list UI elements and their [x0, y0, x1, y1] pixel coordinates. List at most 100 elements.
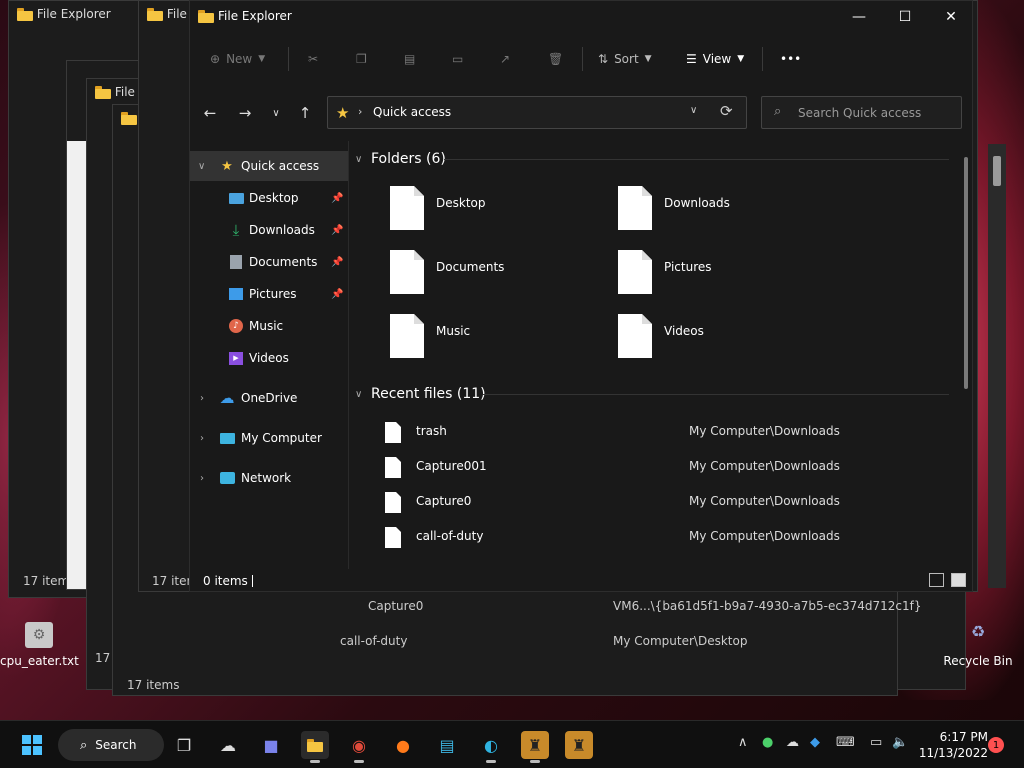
share-button[interactable]: ↗	[500, 41, 510, 77]
search-box[interactable]: ⌕	[761, 96, 962, 129]
recent-file-name: trash	[416, 424, 447, 438]
rename-icon: ▭	[452, 52, 464, 66]
document-icon	[228, 255, 244, 269]
delete-button[interactable]: 🗑	[548, 41, 563, 77]
nav-item-documents[interactable]: Documents 📌	[190, 247, 348, 277]
taskbar: ⌕ Search ❐ ☁ ■ ◉ ● ▤ ◐ ♜ ♜ ∧ ● ☁ ◆ ⌨ ▭ 🔈…	[0, 720, 1024, 768]
new-label: New	[226, 52, 253, 66]
view-button[interactable]: ☰ View ▼	[686, 41, 744, 77]
folder-tile-pictures[interactable]: Pictures	[618, 250, 838, 300]
game-icon: ♜	[527, 735, 543, 755]
scrollbar-thumb[interactable]	[993, 156, 1001, 186]
background-scrollbar[interactable]	[988, 144, 1006, 588]
star-icon: ★	[221, 158, 233, 174]
folder-tile-desktop[interactable]: Desktop	[390, 186, 610, 236]
recent-file-row[interactable]: Capture0 My Computer\Downloads	[349, 485, 949, 520]
nav-item-music[interactable]: ♪ Music	[190, 311, 348, 341]
folder-tile-videos[interactable]: Videos	[618, 314, 838, 364]
file-explorer-taskbar-button[interactable]	[301, 731, 329, 763]
chevron-down-icon: ▼	[258, 54, 266, 64]
maximize-button[interactable]: ☐	[882, 1, 928, 33]
details-view-button[interactable]	[929, 573, 944, 587]
recent-locations-button[interactable]: ∨	[264, 102, 288, 124]
new-button[interactable]: ⊕ New ▼	[210, 41, 265, 77]
desktop-icon-label: Recycle Bin	[943, 654, 1013, 668]
network-status-icon[interactable]: ▭	[870, 735, 882, 750]
copy-button[interactable]: ❐	[356, 41, 367, 77]
chrome-taskbar-button[interactable]: ◉	[345, 731, 373, 763]
chevron-down-icon[interactable]: ∨	[690, 105, 697, 116]
chevron-right-icon[interactable]: ›	[200, 433, 204, 444]
nav-item-quick-access[interactable]: ∨ ★ Quick access	[190, 151, 348, 181]
chevron-right-icon[interactable]: ›	[200, 393, 204, 404]
content-scrollbar[interactable]	[964, 157, 968, 389]
desktop-icon-cpu-eater[interactable]: ⚙ cpu_eater.txt	[0, 622, 79, 668]
recent-file-row[interactable]: trash My Computer\Downloads	[349, 415, 949, 450]
background-status: 17 item	[23, 574, 70, 588]
folder-icon	[198, 10, 214, 23]
edge-taskbar-button[interactable]: ◐	[477, 731, 505, 763]
address-bar[interactable]: ★ › Quick access ∨ ⟳	[327, 96, 747, 129]
desktop-icon-recycle-bin[interactable]: ♻ Recycle Bin	[940, 622, 1016, 668]
firefox-taskbar-button[interactable]: ●	[389, 731, 417, 759]
notification-badge[interactable]: 1	[988, 737, 1004, 753]
folder-name: Pictures	[664, 260, 712, 274]
widgets-button[interactable]: ☁	[214, 731, 242, 759]
tiles-view-button[interactable]	[951, 573, 966, 587]
folder-tile-downloads[interactable]: Downloads	[618, 186, 838, 236]
folders-section-header[interactable]: ∨ Folders (6)	[355, 147, 446, 171]
nav-item-network[interactable]: › Network	[190, 463, 348, 493]
nav-item-desktop[interactable]: Desktop 📌	[190, 183, 348, 213]
task-view-button[interactable]: ❐	[170, 731, 198, 759]
folder-icon	[147, 8, 163, 21]
title-bar[interactable]: File Explorer — ☐ ✕	[190, 1, 972, 33]
forward-button[interactable]: →	[233, 102, 257, 124]
security-shield-icon[interactable]: ◆	[810, 735, 820, 750]
recent-file-row[interactable]: Capture001 My Computer\Downloads	[349, 450, 949, 485]
game-taskbar-button-1[interactable]: ♜	[521, 731, 549, 763]
nav-item-pictures[interactable]: Pictures 📌	[190, 279, 348, 309]
paste-button[interactable]: ▤	[404, 41, 415, 77]
navigation-pane: ∨ ★ Quick access Desktop 📌 ⤓ Downloads 📌…	[190, 151, 348, 561]
folder-name: Videos	[664, 324, 704, 338]
nav-item-my-computer[interactable]: › My Computer	[190, 423, 348, 453]
close-button[interactable]: ✕	[928, 1, 974, 33]
view-label: View	[702, 52, 732, 66]
taskbar-search-button[interactable]: ⌕ Search	[58, 729, 164, 761]
game-taskbar-button-2[interactable]: ♜	[565, 731, 593, 759]
rename-button[interactable]: ▭	[452, 41, 463, 77]
search-input[interactable]	[798, 103, 958, 123]
nav-item-videos[interactable]: ▶ Videos	[190, 343, 348, 373]
keyboard-icon[interactable]: ⌨	[836, 735, 855, 750]
nav-item-downloads[interactable]: ⤓ Downloads 📌	[190, 215, 348, 245]
chevron-down-icon[interactable]: ∨	[198, 161, 205, 172]
chevron-up-icon[interactable]: ∧	[738, 735, 748, 750]
chevron-down-icon: ▼	[644, 54, 652, 64]
clock[interactable]: 6:17 PM 11/13/2022	[918, 729, 988, 761]
cloud-offline-icon[interactable]: ☁	[786, 735, 799, 750]
start-button[interactable]	[18, 731, 46, 759]
up-button[interactable]: ↑	[293, 102, 317, 124]
recent-file-name: Capture001	[416, 459, 487, 473]
cut-button[interactable]: ✂	[308, 41, 318, 77]
file-explorer-window[interactable]: File Explorer — ☐ ✕ ⊕ New ▼ ✂ ❐ ▤ ▭ ↗ 🗑 …	[189, 0, 973, 592]
nav-item-onedrive[interactable]: › ☁ OneDrive	[190, 383, 348, 413]
file-icon	[390, 314, 424, 358]
tray-app-icon[interactable]: ●	[762, 735, 773, 750]
folder-tile-music[interactable]: Music	[390, 314, 610, 364]
minimize-button[interactable]: —	[836, 1, 882, 33]
recent-file-location: My Computer\Downloads	[689, 494, 840, 508]
breadcrumb-quick-access[interactable]: Quick access	[373, 105, 451, 119]
refresh-icon[interactable]: ⟳	[720, 102, 733, 120]
recent-file-row[interactable]: call-of-duty My Computer\Downloads	[349, 520, 949, 555]
folder-tile-documents[interactable]: Documents	[390, 250, 610, 300]
sort-button[interactable]: ⇅ Sort ▼	[598, 41, 652, 77]
notepad-taskbar-button[interactable]: ▤	[433, 731, 461, 759]
recent-files-section-header[interactable]: ∨ Recent files (11)	[355, 382, 486, 406]
back-button[interactable]: ←	[198, 102, 222, 124]
chevron-right-icon[interactable]: ›	[200, 473, 204, 484]
more-options-button[interactable]: •••	[780, 41, 801, 77]
section-divider	[444, 159, 949, 160]
chat-button[interactable]: ■	[257, 731, 285, 759]
volume-icon[interactable]: 🔈	[892, 735, 908, 750]
